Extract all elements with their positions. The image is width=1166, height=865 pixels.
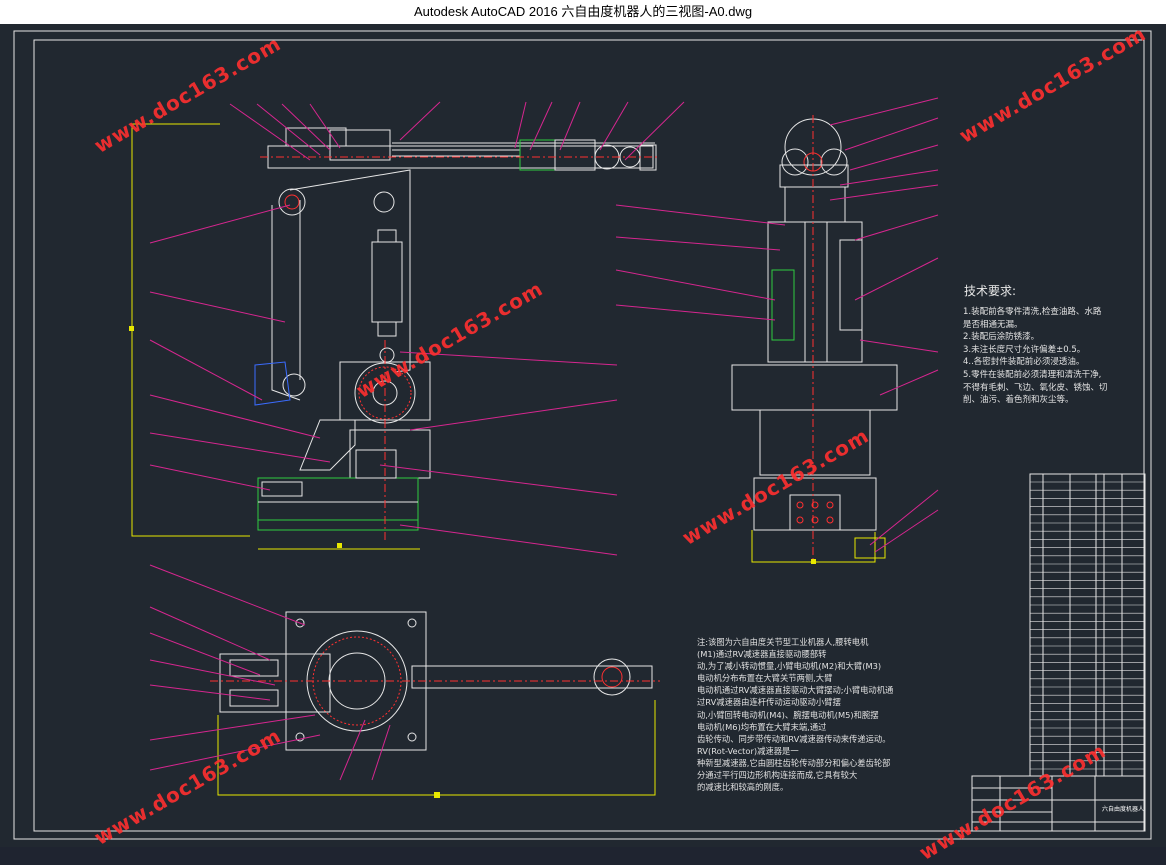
text-line: RV(Rot-Vector)减速器是一 <box>697 745 799 756</box>
text-line: 种新型减速器,它由圆柱齿轮传动部分和偏心差齿轮部 <box>697 757 891 768</box>
text-line: 5.零件在装配前必须清理和清洗干净, <box>963 369 1102 380</box>
text-line: 2.装配后涂防锈漆。 <box>963 332 1040 343</box>
text-line: 4..各密封件装配前必须浸透油。 <box>963 357 1085 368</box>
text-line: 1.装配前各零件清洗,检查油路、水路 <box>963 307 1102 317</box>
window-title: Autodesk AutoCAD 2016 六自由度机器人的三视图-A0.dwg <box>0 0 1166 25</box>
text-line: 的减速比和较高的刚度。 <box>697 782 789 793</box>
text-line: 过RV减速器由连杆传动运动驱动小臂摆 <box>697 697 841 708</box>
drawing-frame <box>13 30 1152 840</box>
drawing-canvas[interactable]: www.doc163.com www.doc163.com www.doc163… <box>0 21 1166 865</box>
text-line: 3.未注长度尺寸允许偏差±0.5。 <box>963 344 1086 355</box>
top-view <box>210 611 660 798</box>
text-line: 电动机通过RV减速器直接驱动大臂摆动;小臂电动机通 <box>697 685 894 696</box>
front-view <box>129 123 660 550</box>
text-line: 分通过平行四边形机构连接而成,它具有较大 <box>697 770 858 781</box>
technical-requirements-title: 技术要求: <box>964 284 1017 298</box>
text-line: 电动机分布布置在大臂关节两侧,大臂 <box>697 673 833 684</box>
technical-requirements: 1.装配前各零件清洗,检查油路、水路 是否相通无漏。 2.装配后涂防锈漆。 3.未注长… <box>963 306 1139 407</box>
text-line: 电动机(M6)均布置在大臂末端,通过 <box>697 721 827 732</box>
drawing-svg <box>13 30 1152 840</box>
text-line: 是否相通无漏。 <box>963 319 1023 330</box>
text-line: 齿轮传动、同步带传动和RV减速器传动来传递运动。 <box>697 733 891 744</box>
parts-list-rows <box>1030 481 1145 770</box>
text-line: 动,为了减小转动惯量,小臂电动机(M2)和大臂(M3) <box>697 661 882 672</box>
title-block-drawing-name: 六自由度机器人 <box>1102 806 1145 813</box>
text-line: 削、油污、着色剂和灰尘等。 <box>963 395 1074 406</box>
text-line: 动,小臂回转电动机(M4)、腕摆电动机(M5)和腕摆 <box>697 709 879 720</box>
text-line: 不得有毛刺、飞边、氧化皮、锈蚀、切 <box>963 382 1108 393</box>
design-note: 注:该图为六自由度关节型工业机器人,腰转电机 (M1)通过RV减速器直接驱动腰部转… <box>697 636 947 793</box>
text-line: (M1)通过RV减速器直接驱动腰部转 <box>697 649 827 660</box>
text-line: 注:该图为六自由度关节型工业机器人,腰转电机 <box>697 637 869 647</box>
